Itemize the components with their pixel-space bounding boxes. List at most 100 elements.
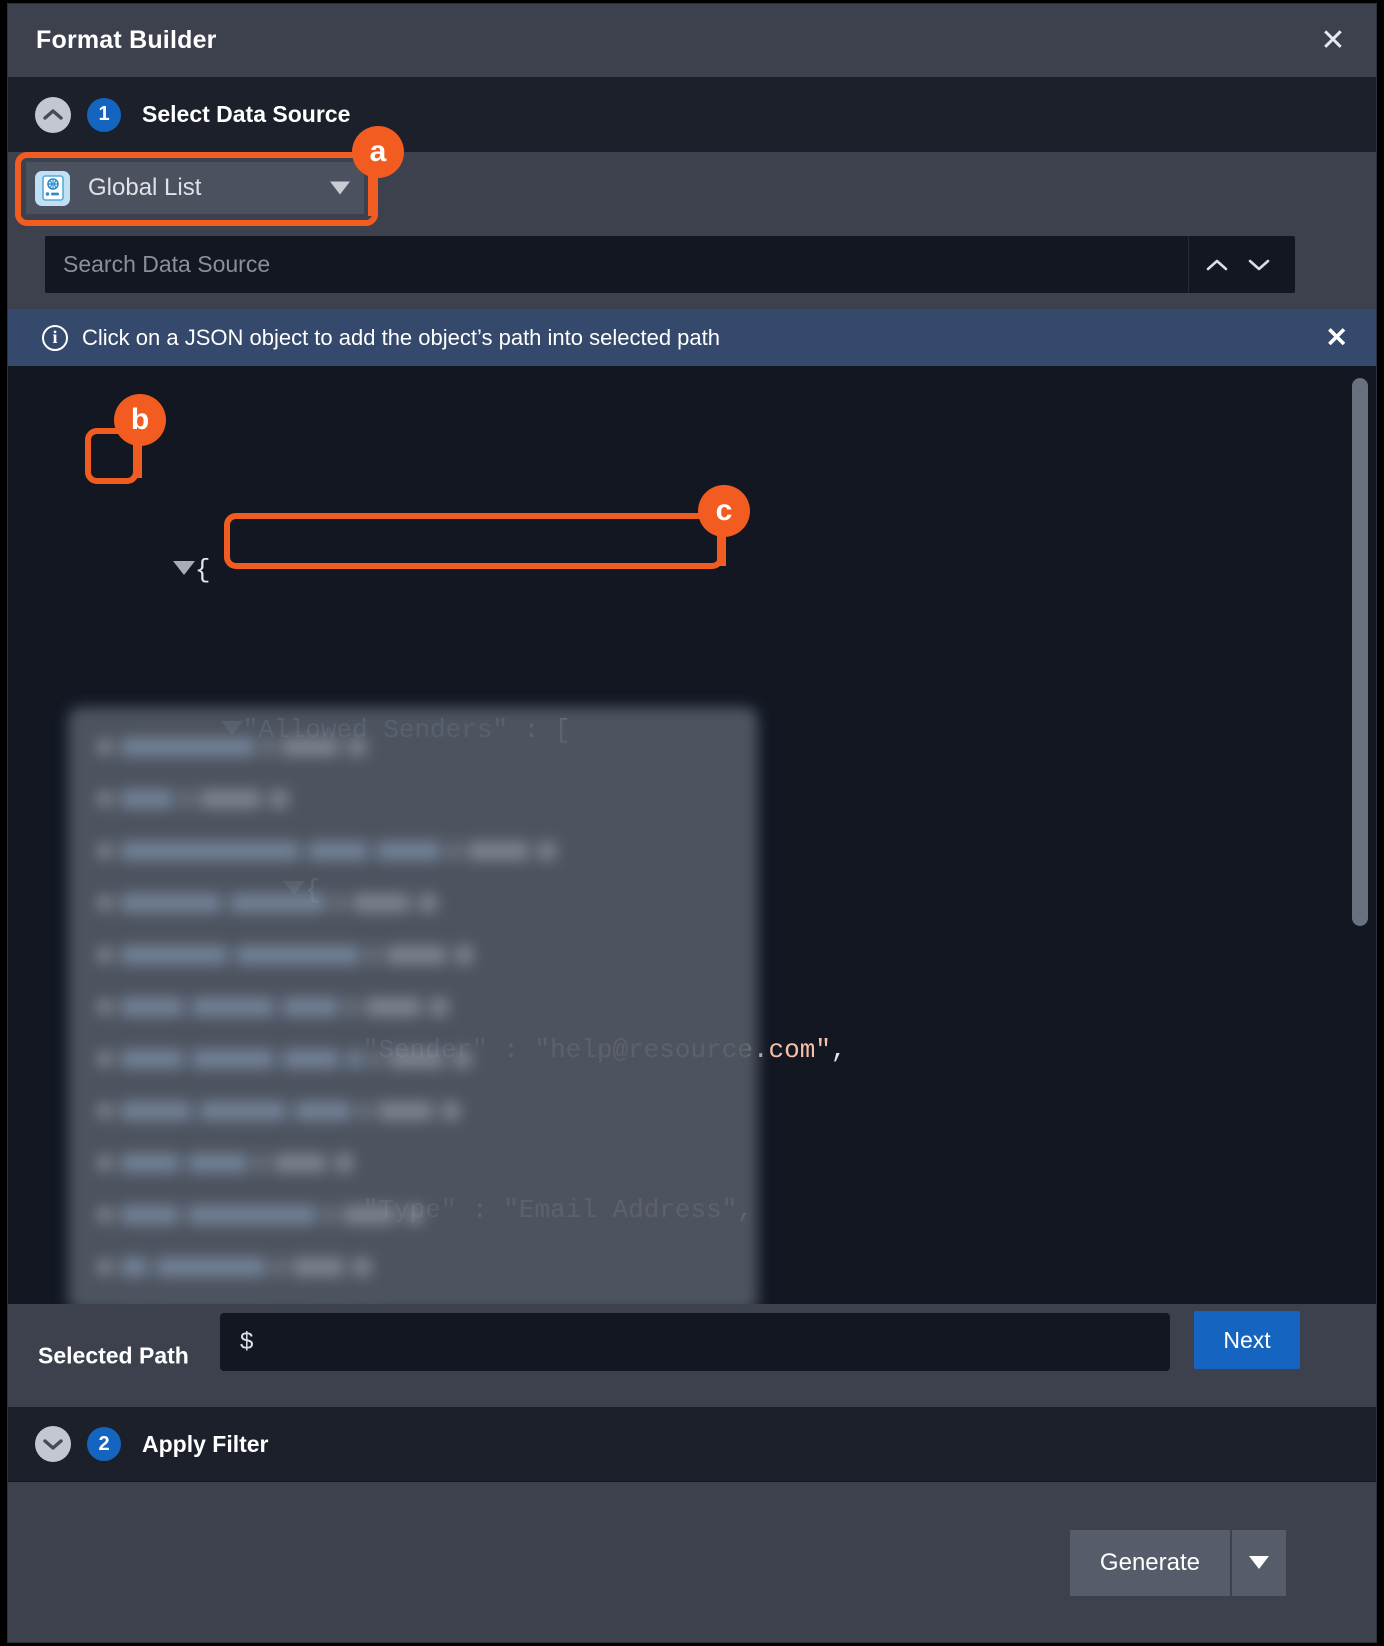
blurred-text: [200, 1102, 286, 1120]
blurred-text: [430, 998, 448, 1016]
blurred-text: [188, 1206, 316, 1224]
blurred-text: [419, 894, 437, 912]
selected-path-row: Selected Path Next: [8, 1304, 1376, 1407]
data-source-row: Global List: [8, 152, 1376, 225]
format-builder-dialog: Format Builder ✕ 1 Select Data Source Gl…: [7, 3, 1377, 1643]
search-row: [8, 225, 1376, 309]
generate-button[interactable]: Generate: [1069, 1529, 1230, 1596]
selected-path-input[interactable]: [220, 1313, 1170, 1371]
generate-dropdown-button[interactable]: [1230, 1529, 1286, 1596]
blurred-text: [199, 790, 261, 808]
blurred-text: [348, 738, 366, 756]
list-item-bullet: [98, 1104, 112, 1118]
blurred-text: [325, 1206, 333, 1224]
blurred-text: [270, 790, 288, 808]
blurred-text: [371, 1050, 379, 1068]
blurred-text: [450, 842, 458, 860]
blurred-text: [188, 1154, 248, 1172]
annotation-badge-a: a: [352, 126, 404, 178]
blurred-text: [467, 842, 529, 860]
blurred-text: [264, 738, 272, 756]
data-source-dropdown[interactable]: Global List: [26, 162, 364, 214]
list-item-bullet: [98, 844, 112, 858]
step-1-header[interactable]: 1 Select Data Source: [8, 77, 1376, 152]
step-1-number: 1: [87, 97, 121, 132]
step-1-label: Select Data Source: [142, 101, 351, 127]
list-item-bullet: [98, 1052, 112, 1066]
blurred-text: [360, 1102, 368, 1120]
blurred-text: [352, 894, 410, 912]
dialog-title: Format Builder: [36, 26, 217, 54]
blurred-text: [121, 738, 255, 756]
generate-button-group: Generate: [1069, 1529, 1286, 1596]
blurred-text: [274, 1154, 326, 1172]
triangle-down-icon[interactable]: [172, 561, 195, 575]
blurred-text: [281, 738, 339, 756]
blurred-text: [121, 946, 227, 964]
blurred-text: [121, 894, 221, 912]
next-button[interactable]: Next: [1194, 1311, 1300, 1369]
blurred-text: [121, 1050, 183, 1068]
close-icon[interactable]: ✕: [1325, 324, 1348, 351]
dialog-footer: ? Generate: [8, 1482, 1376, 1642]
chevron-down-icon[interactable]: [1243, 236, 1275, 293]
selected-path-label: Selected Path: [38, 1342, 189, 1368]
blurred-text: [121, 1154, 179, 1172]
blurred-text: [455, 946, 473, 964]
blurred-text: [257, 1154, 265, 1172]
blurred-text: [538, 842, 556, 860]
blurred-text: [283, 998, 339, 1016]
blurred-text: [192, 998, 274, 1016]
info-banner-text: Click on a JSON object to add the object…: [82, 324, 720, 350]
json-text: {: [194, 555, 211, 585]
dialog-titlebar: Format Builder ✕: [8, 4, 1376, 77]
step-2-number: 2: [87, 1427, 121, 1461]
blurred-text: [295, 1102, 351, 1120]
list-item-bullet: [98, 740, 112, 754]
list-item-bullet: [98, 792, 112, 806]
chevron-up-icon[interactable]: [1201, 236, 1233, 293]
blurred-text: [348, 1050, 362, 1068]
blurred-text: [192, 1050, 274, 1068]
step-2-header[interactable]: 2 Apply Filter: [8, 1407, 1376, 1482]
chevron-down-icon[interactable]: [35, 1426, 71, 1462]
blurred-text: [377, 842, 441, 860]
blurred-text: [121, 1258, 147, 1276]
blurred-text: [405, 1206, 423, 1224]
chevron-down-icon: [1249, 1556, 1269, 1569]
blurred-text: [121, 842, 299, 860]
close-icon[interactable]: ✕: [1316, 24, 1350, 58]
blurred-text: [292, 1258, 344, 1276]
blurred-text: [275, 1258, 283, 1276]
blurred-text: [442, 1102, 460, 1120]
blurred-text: [121, 998, 183, 1016]
json-scrollbar-thumb[interactable]: [1352, 378, 1368, 926]
blurred-text: [386, 946, 446, 964]
json-line-allowed-senders[interactable]: "Allowed Senders" : [: [48, 670, 1361, 745]
list-item-bullet: [98, 948, 112, 962]
blurred-text: [121, 790, 173, 808]
blurred-json-suggestion-popup[interactable]: [68, 707, 758, 1312]
blurred-text: [230, 894, 326, 912]
global-list-icon: [35, 170, 70, 206]
blurred-text: [182, 790, 190, 808]
info-banner: i Click on a JSON object to add the obje…: [8, 309, 1376, 366]
step-2-label: Apply Filter: [142, 1430, 269, 1457]
blurred-text: [283, 1050, 339, 1068]
blurred-text: [365, 998, 421, 1016]
blurred-text: [335, 1154, 353, 1172]
data-source-selected-value: Global List: [88, 174, 202, 201]
search-input[interactable]: [45, 251, 1188, 278]
blurred-text: [453, 1050, 471, 1068]
list-item-bullet: [98, 1208, 112, 1222]
blurred-text: [369, 946, 377, 964]
blurred-text: [121, 1206, 179, 1224]
annotation-badge-c: c: [698, 485, 750, 537]
list-item-bullet: [98, 896, 112, 910]
chevron-up-icon[interactable]: [35, 96, 71, 133]
json-text: ,: [830, 1035, 847, 1065]
chevron-down-icon[interactable]: [330, 181, 350, 195]
blurred-text: [156, 1258, 266, 1276]
list-item-bullet: [98, 1156, 112, 1170]
blurred-text: [308, 842, 368, 860]
